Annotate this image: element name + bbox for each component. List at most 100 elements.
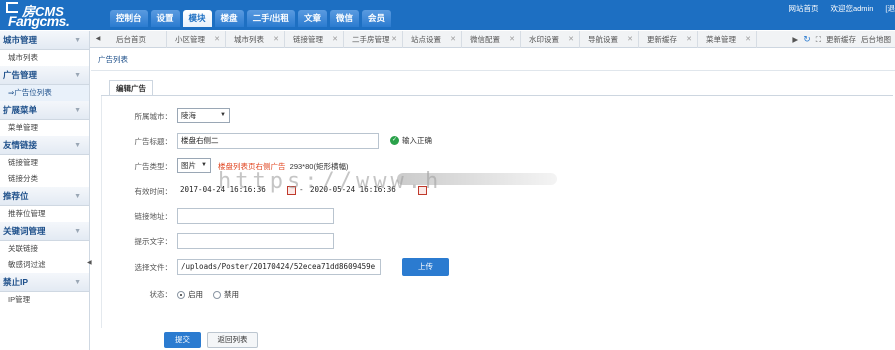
file-path-input[interactable]: /uploads/Poster/20170424/52ecea71dd86094… [177, 259, 381, 275]
sidebar-item-city-list[interactable]: 城市列表 [0, 50, 89, 66]
refresh-cache-link[interactable]: 更新缓存 [826, 34, 856, 45]
sidebar-group-label: 推荐位 [3, 191, 29, 201]
main-content: 广告列表 编辑广告 所属城市： 陵海 ▼ 广告标题： 楼盘右侧二 ✓ 输入正确 广告… [91, 49, 895, 350]
nav-modules[interactable]: 模块 [182, 10, 212, 27]
sidebar-group-keywords[interactable]: 关键词管理 ▼ [0, 222, 89, 241]
sidebar-item-ad-list[interactable]: ⇒广告位列表 [0, 85, 89, 101]
sidebar-group-label: 关键词管理 [3, 226, 46, 236]
row-city: 所属城市： 陵海 ▼ [102, 108, 894, 130]
edit-ad-form: 所属城市： 陵海 ▼ 广告标题： 楼盘右侧二 ✓ 输入正确 广告类型： 图片 ▼ 楼盘… [101, 96, 893, 328]
tab-cache[interactable]: 更新缓存 ✕ [639, 31, 698, 48]
sidebar-item-recommend-manage[interactable]: 推荐位管理 [0, 206, 89, 222]
check-icon: ✓ [390, 136, 399, 145]
tab-scroll-right-icon[interactable]: ▶ [792, 35, 798, 44]
nav-settings[interactable]: 设置 [150, 10, 180, 27]
top-header: 房CMS Fangcms. 控制台 设置 模块 楼盘 二手/出租 文章 微信 会… [0, 0, 895, 30]
close-icon[interactable]: ✕ [509, 31, 515, 48]
close-icon[interactable]: ✕ [450, 31, 456, 48]
logo-mark-icon [6, 2, 18, 13]
chevron-down-icon: ▼ [201, 162, 207, 168]
nav-properties[interactable]: 楼盘 [214, 10, 244, 27]
tab-menu-manage[interactable]: 菜单管理 ✕ [698, 31, 757, 48]
nav-secondhand-rent[interactable]: 二手/出租 [246, 10, 295, 27]
sidebar-item-ip-manage[interactable]: IP管理 [0, 292, 89, 308]
sidebar-item-sensitive-filter[interactable]: 敏感词过滤 [0, 257, 89, 273]
refresh-icon[interactable]: ↻ [803, 34, 811, 45]
close-icon[interactable]: ✕ [391, 31, 397, 48]
chevron-down-icon: ▼ [74, 228, 81, 235]
nav-articles[interactable]: 文章 [297, 10, 327, 27]
tab-label: 菜单管理 [706, 35, 736, 44]
sidebar-group-ads[interactable]: 广告管理 ▼ [0, 66, 89, 85]
nav-members[interactable]: 会员 [361, 10, 391, 27]
tab-community[interactable]: 小区管理 ✕ [167, 31, 226, 48]
site-home-link[interactable]: 网站首页 [788, 3, 818, 14]
admin-map-link[interactable]: 后台地图 [861, 34, 891, 45]
sidebar-group-city[interactable]: 城市管理 ▼ [0, 31, 89, 50]
tab-edit-ad[interactable]: 编辑广告 [109, 80, 153, 96]
type-select[interactable]: 图片 ▼ [177, 158, 211, 173]
chevron-down-icon: ▼ [220, 112, 226, 118]
tab-city-list[interactable]: 城市列表 ✕ [226, 31, 285, 48]
tab-label: 二手房管理 [352, 35, 390, 44]
sidebar-group-recommend[interactable]: 推荐位 ▼ [0, 187, 89, 206]
logout-link[interactable]: [退 [885, 3, 895, 14]
title-input[interactable]: 楼盘右侧二 [177, 133, 379, 149]
tab-label: 微信配置 [470, 35, 500, 44]
tab-watermark[interactable]: 水印设置 ✕ [521, 31, 580, 48]
city-label: 所属城市： [134, 112, 173, 121]
close-icon[interactable]: ✕ [273, 31, 279, 48]
chevron-down-icon: ▼ [74, 279, 81, 286]
sidebar-group-ip-ban[interactable]: 禁止IP ▼ [0, 273, 89, 292]
submit-button[interactable]: 提交 [164, 332, 201, 348]
tab-nav-settings[interactable]: 导航设置 ✕ [580, 31, 639, 48]
tab-home[interactable]: 后台首页 [108, 31, 167, 48]
fullscreen-icon[interactable]: ⛶ [816, 35, 821, 45]
radio-checked-icon [177, 290, 185, 299]
breadcrumb[interactable]: 广告列表 [91, 49, 895, 71]
close-icon[interactable]: ✕ [214, 31, 220, 48]
back-to-list-button[interactable]: 返回列表 [207, 332, 258, 348]
tab-label: 站点设置 [411, 35, 441, 44]
sidebar-group-label: 禁止IP [3, 277, 29, 287]
title-label: 广告标题： [134, 137, 173, 146]
tab-link-manage[interactable]: 链接管理 ✕ [285, 31, 344, 48]
logo[interactable]: 房CMS Fangcms. [4, 1, 92, 29]
sidebar-group-label: 城市管理 [3, 35, 38, 45]
close-icon[interactable]: ✕ [627, 31, 633, 48]
sidebar-item-related-links[interactable]: 关联链接 [0, 241, 89, 257]
sidebar-item-menu-manage[interactable]: 菜单管理 [0, 120, 89, 136]
sidebar-group-links[interactable]: 友情链接 ▼ [0, 136, 89, 155]
link-input[interactable] [177, 208, 334, 224]
row-file: 选择文件： /uploads/Poster/20170424/52ecea71d… [102, 258, 894, 281]
tip-input[interactable] [177, 233, 334, 249]
nav-dashboard[interactable]: 控制台 [110, 10, 148, 27]
tab-label: 更新缓存 [647, 35, 677, 44]
tab-site-settings[interactable]: 站点设置 ✕ [403, 31, 462, 48]
nav-wechat[interactable]: 微信 [329, 10, 359, 27]
tab-secondhand[interactable]: 二手房管理 ✕ [344, 31, 403, 48]
main-nav: 控制台 设置 模块 楼盘 二手/出租 文章 微信 会员 [110, 10, 394, 30]
tab-tools: ▶ ↻ ⛶ 更新缓存 后台地图 [792, 31, 895, 48]
sidebar-group-menu[interactable]: 扩展菜单 ▼ [0, 101, 89, 120]
sidebar-item-link-category[interactable]: 链接分类 [0, 171, 89, 187]
chevron-down-icon: ▼ [74, 193, 81, 200]
city-select[interactable]: 陵海 ▼ [177, 108, 230, 123]
tab-label: 后台首页 [116, 35, 146, 44]
close-icon[interactable]: ✕ [686, 31, 692, 48]
tab-strip: ◀ 后台首页 小区管理 ✕ 城市列表 ✕ 链接管理 ✕ 二手房管理 ✕ 站点设置 ✕ 微信… [90, 31, 895, 48]
type-select-value: 图片 [181, 161, 196, 170]
sidebar-item-link-manage[interactable]: 链接管理 [0, 155, 89, 171]
status-disable-radio[interactable]: 禁用 [213, 289, 239, 300]
close-icon[interactable]: ✕ [568, 31, 574, 48]
tab-scroll-left-icon[interactable]: ◀ [90, 31, 106, 48]
upload-button[interactable]: 上传 [402, 258, 449, 276]
tab-label: 水印设置 [529, 35, 559, 44]
form-actions: 提交 返回列表 [164, 332, 258, 348]
tab-wechat-config[interactable]: 微信配置 ✕ [462, 31, 521, 48]
sidebar: 城市管理 ▼ 城市列表 广告管理 ▼ ⇒广告位列表 扩展菜单 ▼ 菜单管理 友情链接 ▼… [0, 31, 92, 350]
tab-label: 城市列表 [234, 35, 264, 44]
status-enable-radio[interactable]: 启用 [177, 289, 203, 300]
close-icon[interactable]: ✕ [332, 31, 338, 48]
close-icon[interactable]: ✕ [745, 31, 751, 48]
